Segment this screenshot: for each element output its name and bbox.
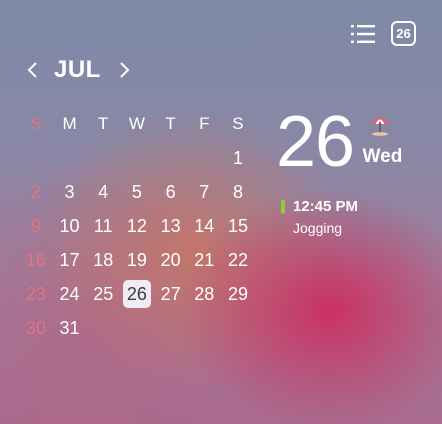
event-color-bar [281,200,285,214]
today-button[interactable]: 26 [391,21,416,46]
weekday-header: S [30,114,42,133]
calendar-day[interactable]: 4 [86,175,120,209]
calendar-day[interactable]: 17 [53,243,87,277]
calendar-day[interactable]: 23 [19,277,53,311]
calendar-day[interactable]: 1 [221,141,255,175]
calendar-day[interactable]: 11 [86,209,120,243]
weekday-header: S [232,114,244,133]
empty-day-cell [19,141,53,175]
empty-day-cell [86,141,120,175]
calendar-day[interactable]: 20 [154,243,188,277]
month-navigation: JUL [22,56,135,84]
calendar-day[interactable]: 18 [86,243,120,277]
calendar-day[interactable]: 21 [187,243,221,277]
event-item[interactable]: 12:45 PM Jogging [281,198,358,236]
empty-day-cell [120,311,154,345]
calendar-day[interactable]: 9 [19,209,53,243]
calendar-day[interactable]: 6 [154,175,188,209]
calendar-day[interactable]: 31 [53,311,87,345]
calendar-day[interactable]: 10 [53,209,87,243]
calendar-day[interactable]: 5 [120,175,154,209]
selected-date-side: Wed [362,114,403,168]
list-view-icon[interactable] [351,24,375,44]
empty-day-cell [53,141,87,175]
today-day-label: 26 [122,280,151,308]
top-actions: 26 [351,21,416,46]
calendar-grid: S M T W T F S 1 2 3 4 5 6 7 8 9 10 11 12 13 14 15 16 17 18 19 20 21… [19,107,255,345]
calendar-day-today[interactable]: 26 [120,277,154,311]
weekday-header: T [98,114,109,133]
selected-day-number: 26 [276,102,355,182]
chevron-right-icon[interactable] [115,56,135,84]
empty-day-cell [221,311,255,345]
calendar-day[interactable]: 25 [86,277,120,311]
calendar-day[interactable]: 27 [154,277,188,311]
event-time: 12:45 PM [293,198,359,215]
weekday-header: T [165,114,176,133]
empty-day-cell [154,141,188,175]
calendar-day[interactable]: 30 [19,311,53,345]
weekday-header: F [199,114,210,133]
calendar-day[interactable]: 15 [221,209,255,243]
chevron-left-icon[interactable] [22,56,42,84]
empty-day-cell [154,311,188,345]
calendar-day[interactable]: 12 [120,209,154,243]
calendar-day[interactable]: 28 [187,277,221,311]
calendar-day[interactable]: 22 [221,243,255,277]
calendar-day[interactable]: 29 [221,277,255,311]
calendar-day[interactable]: 3 [53,175,87,209]
calendar-day[interactable]: 16 [19,243,53,277]
calendar-widget: 26 JUL S M T W T F S 1 2 3 4 5 6 7 8 9 10 11 12 13 14 15 16 17 1… [0,0,442,424]
calendar-day[interactable]: 24 [53,277,87,311]
weekday-header: W [128,114,145,133]
selected-weekday: Wed [362,146,403,167]
calendar-day[interactable]: 7 [187,175,221,209]
month-label: JUL [54,56,101,83]
calendar-day[interactable]: 13 [154,209,188,243]
calendar-day[interactable]: 19 [120,243,154,277]
event-title: Jogging [293,220,343,236]
empty-day-cell [187,311,221,345]
empty-day-cell [187,141,221,175]
selected-date-panel: 26 Wed [276,106,436,178]
empty-day-cell [120,141,154,175]
beach-umbrella-icon [370,118,389,136]
empty-day-cell [86,311,120,345]
weekday-header: M [62,114,77,133]
calendar-day[interactable]: 14 [187,209,221,243]
calendar-day[interactable]: 8 [221,175,255,209]
calendar-day[interactable]: 2 [19,175,53,209]
